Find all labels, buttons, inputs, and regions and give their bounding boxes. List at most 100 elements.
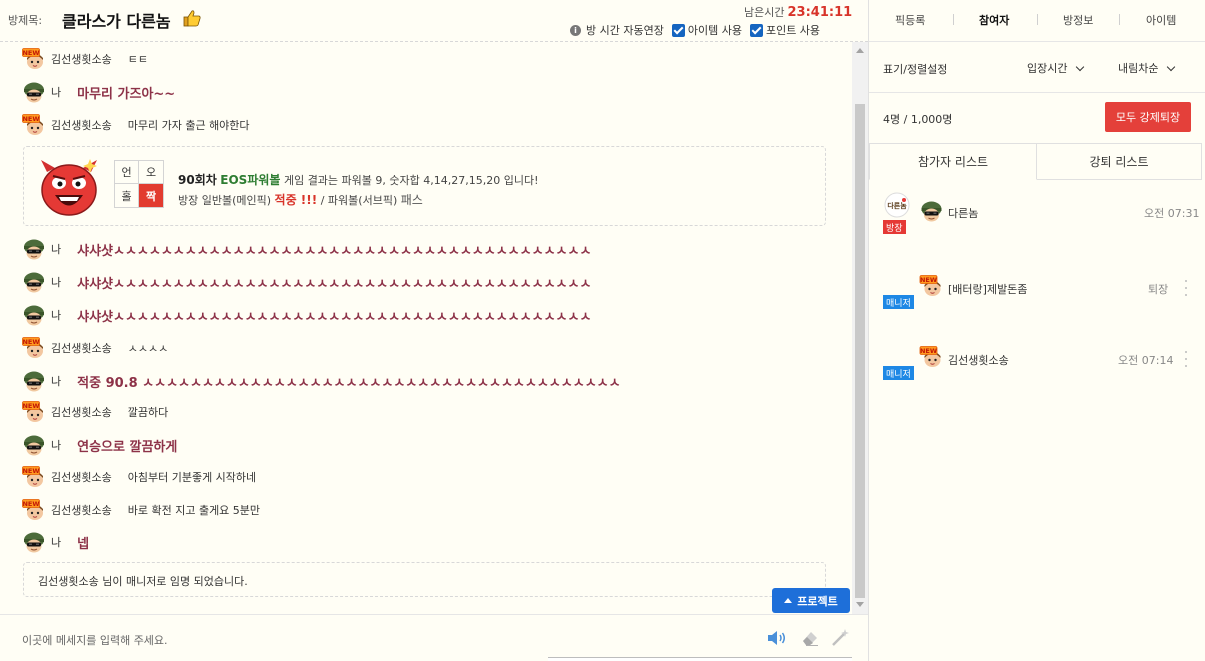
scroll-up-icon[interactable] <box>856 48 864 53</box>
odd-even-grid: 언 오 홀 짝 <box>114 160 164 208</box>
message-sender[interactable]: 김선생횟소송 <box>51 469 112 485</box>
chat-message: 나 샤샤샷ㅅㅅㅅㅅㅅㅅㅅㅅㅅㅅㅅㅅㅅㅅㅅㅅㅅㅅㅅㅅㅅㅅㅅㅅㅅㅅㅅㅅㅅㅅㅅㅅㅅㅅㅅ… <box>22 271 591 293</box>
tab-divider <box>953 14 954 25</box>
game-name: EOS파워볼 <box>220 173 281 187</box>
grid-cell: 홀 <box>115 184 139 207</box>
message-sender: 나 <box>51 439 62 452</box>
eraser-icon[interactable] <box>800 629 820 647</box>
message-sender: 나 <box>51 536 62 549</box>
participants-sidebar: 픽등록 참여자 방정보 아이템 표기/정렬설정 입장시간 내림차순 4명 / 1… <box>868 0 1205 661</box>
item-use-label: 아이템 사용 <box>687 24 742 37</box>
scrollbar-thumb[interactable] <box>855 104 865 598</box>
remaining-time: 남은시간 23:41:11 <box>744 4 852 20</box>
remaining-time-value: 23:41:11 <box>787 5 853 20</box>
tab-room-info[interactable]: 방정보 <box>1063 12 1093 28</box>
message-sender[interactable]: 김선생횟소송 <box>51 117 112 133</box>
participant-name[interactable]: 다른놈 <box>948 205 978 221</box>
participant-row[interactable]: 다른놈 방장 다른놈 오전 07:31 <box>869 192 1205 242</box>
soldier-avatar-icon <box>22 304 46 326</box>
more-options-icon[interactable] <box>1184 280 1188 296</box>
room-options: i 방 시간 자동연장 아이템 사용 포인트 사용 <box>570 22 828 38</box>
message-text: 샤샤샷ㅅㅅㅅㅅㅅㅅㅅㅅㅅㅅㅅㅅㅅㅅㅅㅅㅅㅅㅅㅅㅅㅅㅅㅅㅅㅅㅅㅅㅅㅅㅅㅅㅅㅅㅅㅅㅅ… <box>77 243 592 259</box>
pick-text: 방장 일반볼(메인픽) <box>178 194 272 207</box>
tab-divider <box>1119 14 1120 25</box>
sort-by-select[interactable]: 입장시간 <box>1027 60 1085 76</box>
message-text: 넵 <box>77 536 90 552</box>
magic-wand-icon[interactable] <box>830 628 850 648</box>
chat-message: 나 넵 <box>22 531 89 553</box>
soldier-avatar-icon <box>919 200 944 222</box>
pick-line: 방장 일반볼(메인픽) 적중 !!! / 파워볼(서브픽) 패스 <box>178 191 423 208</box>
participant-count: 4명 / 1,000명 <box>883 113 953 126</box>
chat-message: 나 샤샤샷ㅅㅅㅅㅅㅅㅅㅅㅅㅅㅅㅅㅅㅅㅅㅅㅅㅅㅅㅅㅅㅅㅅㅅㅅㅅㅅㅅㅅㅅㅅㅅㅅㅅㅅㅅ… <box>22 238 591 260</box>
tab-pick-register[interactable]: 픽등록 <box>895 12 925 28</box>
sort-settings-label: 표기/정렬설정 <box>883 63 948 76</box>
message-sender: 나 <box>51 309 62 322</box>
chat-message: 나 적중 90.8 ㅅㅅㅅㅅㅅㅅㅅㅅㅅㅅㅅㅅㅅㅅㅅㅅㅅㅅㅅㅅㅅㅅㅅㅅㅅㅅㅅㅅㅅㅅ… <box>22 370 621 392</box>
tab-participants[interactable]: 참여자 <box>979 12 1009 28</box>
newbie-avatar-icon <box>22 499 46 521</box>
message-text: 샤샤샷ㅅㅅㅅㅅㅅㅅㅅㅅㅅㅅㅅㅅㅅㅅㅅㅅㅅㅅㅅㅅㅅㅅㅅㅅㅅㅅㅅㅅㅅㅅㅅㅅㅅㅅㅅㅅㅅ… <box>77 276 592 292</box>
soldier-avatar-icon <box>22 81 46 103</box>
message-text: 바로 확전 지고 출게요 5분만 <box>127 504 261 517</box>
message-sender[interactable]: 김선생횟소송 <box>51 340 112 356</box>
room-title: 클라스가 다른놈 <box>62 12 171 31</box>
chat-message-list[interactable]: 김선생횟소송 ㅌㅌ 나 마무리 가즈아~~ 김선생횟소송 마무리 가자 출근 해… <box>0 42 852 614</box>
participant-row[interactable]: 매니저 [배터랑]제발돈좀 퇴장 <box>869 273 1205 323</box>
checkbox-checked-icon[interactable] <box>671 23 685 37</box>
project-button[interactable]: 프로젝트 <box>772 588 850 613</box>
auto-extend-option[interactable]: i 방 시간 자동연장 <box>570 22 664 38</box>
devil-mascot-icon <box>41 159 97 216</box>
bottom-edge <box>548 657 852 661</box>
message-text: 연승으로 깔끔하게 <box>77 439 178 455</box>
tab-kicked-list[interactable]: 강퇴 리스트 <box>1037 143 1202 180</box>
chat-message: 김선생횟소송 마무리 가자 출근 해야한다 <box>22 114 250 136</box>
participant-count-row: 4명 / 1,000명 모두 강제퇴장 <box>869 93 1205 143</box>
chat-scrollbar[interactable] <box>852 42 868 614</box>
pass-label: 패스 <box>400 193 423 207</box>
chat-message: 김선생횟소송 ㅅㅅㅅㅅ <box>22 337 168 359</box>
sort-by-value: 입장시간 <box>1027 62 1068 75</box>
room-title-label: 방제목: <box>8 14 43 27</box>
sort-settings: 표기/정렬설정 입장시간 내림차순 <box>869 42 1205 93</box>
kick-all-button[interactable]: 모두 강제퇴장 <box>1105 102 1191 132</box>
tab-items[interactable]: 아이템 <box>1146 12 1176 28</box>
chat-message: 나 마무리 가즈아~~ <box>22 81 175 103</box>
system-message: 김선생횟소송 님이 매니저로 임명 되었습니다. <box>23 562 826 597</box>
message-text: ㅅㅅㅅㅅ <box>127 342 169 355</box>
thumbs-up-icon <box>183 10 201 27</box>
chevron-down-icon <box>1076 62 1085 71</box>
chat-message: 나 샤샤샷ㅅㅅㅅㅅㅅㅅㅅㅅㅅㅅㅅㅅㅅㅅㅅㅅㅅㅅㅅㅅㅅㅅㅅㅅㅅㅅㅅㅅㅅㅅㅅㅅㅅㅅㅅ… <box>22 304 591 326</box>
soldier-avatar-icon <box>22 531 46 553</box>
more-options-icon[interactable] <box>1184 351 1188 367</box>
participant-row[interactable]: 매니저 김선생횟소송 오전 07:14 <box>869 344 1205 394</box>
message-sender: 나 <box>51 243 62 256</box>
message-sender[interactable]: 김선생횟소송 <box>51 502 112 518</box>
participant-name[interactable]: 김선생횟소송 <box>948 352 1009 368</box>
item-use-checkbox[interactable]: 아이템 사용 <box>671 22 742 38</box>
grid-cell-highlight: 짝 <box>139 184 163 207</box>
chat-message: 김선생횟소송 바로 확전 지고 출게요 5분만 <box>22 499 260 521</box>
sort-order-select[interactable]: 내림차순 <box>1118 60 1176 76</box>
newbie-avatar-icon <box>919 346 944 368</box>
message-sender[interactable]: 김선생횟소송 <box>51 404 112 420</box>
scroll-down-icon[interactable] <box>856 602 864 607</box>
game-result-card: 언 오 홀 짝 90회차 EOS파워볼 게임 결과는 파워볼 9, 숫자합 4,… <box>23 146 826 226</box>
auto-extend-label: 방 시간 자동연장 <box>586 24 664 37</box>
checkbox-checked-icon[interactable] <box>749 23 763 37</box>
list-tabs: 참가자 리스트 강퇴 리스트 <box>869 143 1202 180</box>
newbie-avatar-icon <box>919 275 944 297</box>
grid-cell: 오 <box>139 161 163 184</box>
hit-label: 적중 !!! <box>274 193 318 207</box>
message-sender[interactable]: 김선생횟소송 <box>51 51 112 67</box>
info-icon[interactable]: i <box>570 24 581 36</box>
speaker-icon[interactable] <box>766 629 788 647</box>
message-text: ㅌㅌ <box>127 53 148 66</box>
message-input[interactable]: 이곳에 메세지를 입력해 주세요. <box>22 632 168 648</box>
project-button-label: 프로젝트 <box>797 594 838 608</box>
tab-participant-list[interactable]: 참가자 리스트 <box>869 143 1037 180</box>
participant-name[interactable]: [배터랑]제발돈좀 <box>948 281 1027 297</box>
participant-status: 퇴장 <box>1148 283 1169 296</box>
point-use-checkbox[interactable]: 포인트 사용 <box>749 22 820 38</box>
remaining-time-label: 남은시간 <box>744 6 785 19</box>
